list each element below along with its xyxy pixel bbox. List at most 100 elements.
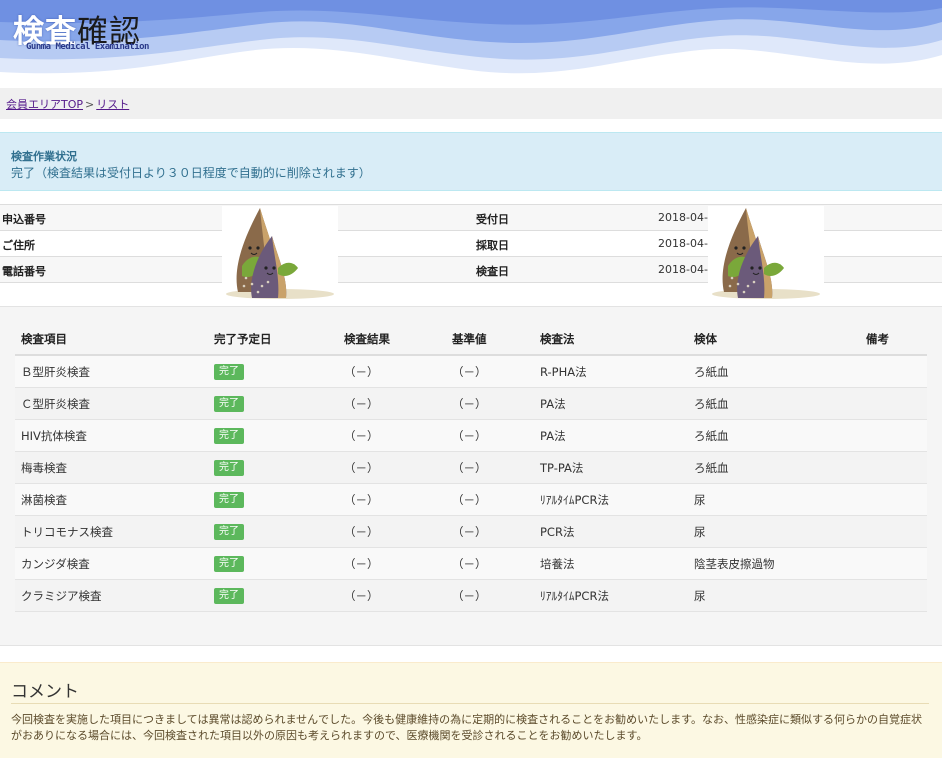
cell-method: PCR法 (534, 515, 688, 548)
comment-panel: コメント 今回検査を実施した項目につきましては異常は認められませんでした。今後も… (0, 662, 942, 758)
status-badge: 完了 (214, 524, 244, 540)
cell-status: 完了 (208, 419, 338, 452)
cell-reference: （－） (446, 579, 534, 612)
column-header-reference: 基準値 (446, 324, 534, 356)
table-row: Ｃ型肝炎検査 完了 （－） （－） PA法 ろ紙血 (15, 387, 927, 420)
column-header-due-date: 完了予定日 (208, 324, 338, 356)
cell-method: ﾘｱﾙﾀｲﾑPCR法 (534, 483, 688, 516)
breadcrumb-link-list[interactable]: リスト (96, 98, 129, 111)
results-panel: 検査項目 完了予定日 検査結果 基準値 検査法 検体 備考 Ｂ型肝炎検査 完了 … (0, 306, 942, 646)
cell-reference: （－） (446, 483, 534, 516)
cell-item: トリコモナス検査 (15, 515, 208, 548)
info-label-address: ご住所 (2, 239, 35, 252)
table-row: HIV抗体検査 完了 （－） （－） PA法 ろ紙血 (15, 419, 927, 452)
cell-note (860, 483, 927, 516)
cell-reference: （－） (446, 515, 534, 548)
cell-status: 完了 (208, 355, 338, 388)
cell-specimen: 尿 (688, 579, 860, 612)
cell-status: 完了 (208, 547, 338, 580)
cell-specimen: ろ紙血 (688, 387, 860, 420)
status-badge: 完了 (214, 556, 244, 572)
table-row: 梅毒検査 完了 （－） （－） TP-PA法 ろ紙血 (15, 451, 927, 484)
cell-reference: （－） (446, 419, 534, 452)
column-header-method: 検査法 (534, 324, 688, 356)
cell-specimen: ろ紙血 (688, 355, 860, 388)
cell-result: （－） (338, 579, 446, 612)
cell-result: （－） (338, 451, 446, 484)
cell-status: 完了 (208, 387, 338, 420)
cell-item: 淋菌検査 (15, 483, 208, 516)
status-badge: 完了 (214, 428, 244, 444)
cell-item: クラミジア検査 (15, 579, 208, 612)
page-subtitle: Gunma Medical Examination (26, 42, 149, 52)
cell-status: 完了 (208, 515, 338, 548)
comment-title: コメント (11, 682, 79, 702)
table-row: トリコモナス検査 完了 （－） （－） PCR法 尿 (15, 515, 927, 548)
cell-result: （－） (338, 419, 446, 452)
cell-note (860, 451, 927, 484)
cell-status: 完了 (208, 579, 338, 612)
cell-specimen: 陰茎表皮擦過物 (688, 547, 860, 580)
cell-result: （－） (338, 355, 446, 388)
bamboo-shoot-mascot-icon (222, 206, 338, 300)
cell-specimen: ろ紙血 (688, 419, 860, 452)
cell-item: HIV抗体検査 (15, 419, 208, 452)
comment-text: 今回検査を実施した項目につきましては異常は認められませんでした。今後も健康維持の… (11, 713, 923, 742)
status-text: 完了（検査結果は受付日より３０日程度で自動的に削除されます） (11, 166, 371, 180)
cell-result: （－） (338, 387, 446, 420)
cell-result: （－） (338, 515, 446, 548)
info-label-collection-date: 採取日 (476, 239, 509, 252)
cell-note (860, 387, 927, 420)
cell-method: 培養法 (534, 547, 688, 580)
results-table: 検査項目 完了予定日 検査結果 基準値 検査法 検体 備考 Ｂ型肝炎検査 完了 … (15, 324, 927, 612)
info-label-phone: 電話番号 (2, 265, 46, 278)
results-body: Ｂ型肝炎検査 完了 （－） （－） R-PHA法 ろ紙血 Ｃ型肝炎検査 完了 （… (15, 355, 927, 612)
comment-divider (11, 703, 929, 704)
status-badge: 完了 (214, 364, 244, 380)
cell-item: Ｂ型肝炎検査 (15, 355, 208, 388)
cell-method: R-PHA法 (534, 355, 688, 388)
column-header-specimen: 検体 (688, 324, 860, 356)
info-value-exam-date: 2018-04-1 (658, 263, 715, 276)
cell-result: （－） (338, 547, 446, 580)
info-label-exam-date: 検査日 (476, 265, 509, 278)
table-row: カンジダ検査 完了 （－） （－） 培養法 陰茎表皮擦過物 (15, 547, 927, 580)
column-header-item: 検査項目 (15, 324, 208, 356)
cell-note (860, 419, 927, 452)
cell-specimen: 尿 (688, 483, 860, 516)
status-badge: 完了 (214, 492, 244, 508)
info-label-received-date: 受付日 (476, 213, 509, 226)
cell-result: （－） (338, 483, 446, 516)
bamboo-shoot-mascot-icon (708, 206, 824, 300)
breadcrumb: 会員エリアTOP > リスト (0, 88, 942, 119)
cell-reference: （－） (446, 387, 534, 420)
cell-note (860, 355, 927, 388)
cell-method: TP-PA法 (534, 451, 688, 484)
info-value-received-date: 2018-04-1 (658, 211, 715, 224)
cell-method: PA法 (534, 387, 688, 420)
breadcrumb-link-top[interactable]: 会員エリアTOP (6, 98, 83, 111)
table-row: クラミジア検査 完了 （－） （－） ﾘｱﾙﾀｲﾑPCR法 尿 (15, 579, 927, 612)
cell-reference: （－） (446, 547, 534, 580)
breadcrumb-separator: > (85, 98, 95, 111)
cell-specimen: 尿 (688, 515, 860, 548)
table-row: Ｂ型肝炎検査 完了 （－） （－） R-PHA法 ろ紙血 (15, 355, 927, 388)
status-badge: 完了 (214, 396, 244, 412)
page-header: 検査確認 Gunma Medical Examination (0, 0, 942, 88)
status-panel: 検査作業状況 完了（検査結果は受付日より３０日程度で自動的に削除されます） (0, 132, 942, 191)
cell-specimen: ろ紙血 (688, 451, 860, 484)
info-label-application-number: 申込番号 (2, 213, 46, 226)
info-value-collection-date: 2018-04-1 (658, 237, 715, 250)
cell-reference: （－） (446, 355, 534, 388)
cell-item: Ｃ型肝炎検査 (15, 387, 208, 420)
column-header-note: 備考 (860, 324, 927, 356)
status-badge: 完了 (214, 460, 244, 476)
results-header-row: 検査項目 完了予定日 検査結果 基準値 検査法 検体 備考 (15, 324, 927, 356)
cell-item: カンジダ検査 (15, 547, 208, 580)
cell-note (860, 547, 927, 580)
cell-status: 完了 (208, 483, 338, 516)
table-row: 淋菌検査 完了 （－） （－） ﾘｱﾙﾀｲﾑPCR法 尿 (15, 483, 927, 516)
status-badge: 完了 (214, 588, 244, 604)
cell-method: PA法 (534, 419, 688, 452)
cell-note (860, 579, 927, 612)
